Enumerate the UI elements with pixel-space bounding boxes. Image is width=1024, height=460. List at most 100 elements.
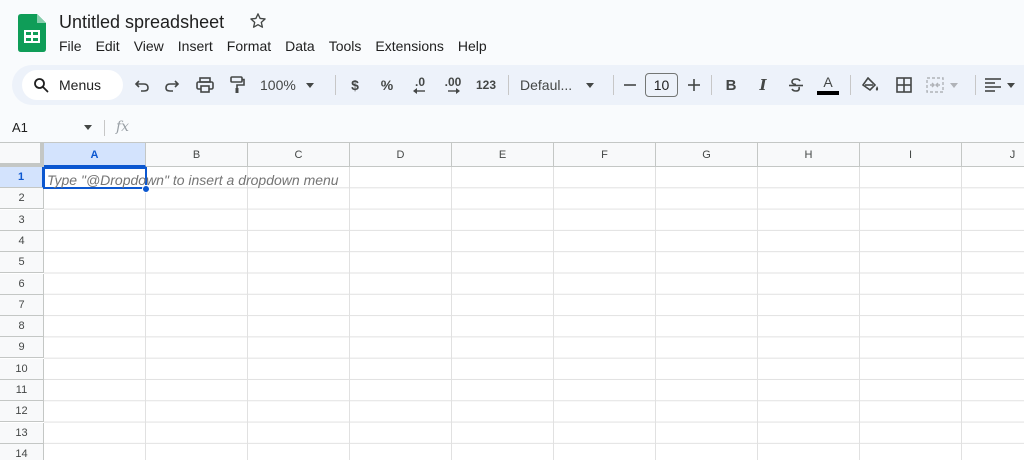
italic-button[interactable]: I bbox=[754, 73, 772, 97]
font-family-select[interactable]: Defaul... bbox=[520, 73, 606, 97]
merge-cells-icon bbox=[926, 77, 944, 93]
text-color-icon: A bbox=[823, 74, 833, 90]
column-header-f[interactable]: F bbox=[554, 143, 656, 167]
font-family-value: Defaul... bbox=[520, 77, 573, 93]
print-icon bbox=[196, 77, 214, 93]
toolbar-divider bbox=[711, 75, 712, 95]
arrow-left-icon bbox=[413, 88, 425, 94]
number-format-button[interactable]: 123 bbox=[474, 73, 498, 97]
strikethrough-icon bbox=[789, 78, 803, 92]
paint-bucket-icon bbox=[862, 77, 879, 92]
text-color-swatch bbox=[817, 91, 839, 95]
row-header-3[interactable]: 3 bbox=[0, 209, 44, 231]
menu-data[interactable]: Data bbox=[278, 36, 322, 56]
paint-format-icon bbox=[230, 76, 245, 93]
menu-insert[interactable]: Insert bbox=[171, 36, 220, 56]
borders-button[interactable] bbox=[894, 73, 914, 97]
row-header-12[interactable]: 12 bbox=[0, 401, 44, 423]
merge-cells-button[interactable] bbox=[926, 73, 968, 97]
align-left-icon bbox=[985, 78, 1001, 92]
decrease-decimal-button[interactable]: .0 bbox=[408, 73, 432, 97]
undo-button[interactable] bbox=[132, 73, 152, 97]
menu-extensions[interactable]: Extensions bbox=[368, 36, 450, 56]
undo-icon bbox=[134, 80, 149, 92]
menu-edit[interactable]: Edit bbox=[89, 36, 127, 56]
horizontal-align-dropdown[interactable] bbox=[1006, 73, 1016, 97]
column-header-b[interactable]: B bbox=[146, 143, 248, 167]
sheets-logo-icon[interactable] bbox=[18, 14, 46, 52]
percent-format-button[interactable]: % bbox=[378, 73, 396, 97]
strikethrough-button[interactable] bbox=[786, 73, 806, 97]
app-header: Untitled spreadsheet File Edit View Inse… bbox=[0, 0, 1024, 62]
cells-area[interactable] bbox=[44, 167, 1024, 460]
toolbar-divider bbox=[975, 75, 976, 95]
menu-bar: File Edit View Insert Format Data Tools … bbox=[52, 36, 494, 56]
caret-down-icon bbox=[305, 82, 314, 88]
menu-tools[interactable]: Tools bbox=[322, 36, 369, 56]
toolbar-divider bbox=[508, 75, 509, 95]
caret-down-icon bbox=[586, 82, 595, 88]
caret-down-icon bbox=[1007, 82, 1015, 88]
row-header-5[interactable]: 5 bbox=[0, 252, 44, 274]
name-box[interactable]: A1 bbox=[12, 120, 28, 135]
redo-button[interactable] bbox=[162, 73, 182, 97]
menu-help[interactable]: Help bbox=[451, 36, 494, 56]
fx-icon: fx bbox=[116, 119, 130, 135]
row-header-1[interactable]: 1 bbox=[0, 167, 44, 188]
row-header-2[interactable]: 2 bbox=[0, 188, 44, 210]
toolbar-divider bbox=[850, 75, 851, 95]
row-header-8[interactable]: 8 bbox=[0, 316, 44, 338]
minus-icon bbox=[624, 84, 636, 86]
increase-decimal-button[interactable]: .00 bbox=[440, 73, 466, 97]
horizontal-align-button[interactable] bbox=[982, 73, 1004, 97]
row-header-14[interactable]: 14 bbox=[0, 443, 44, 460]
plus-icon bbox=[688, 79, 700, 91]
fill-color-button[interactable] bbox=[860, 73, 882, 97]
text-color-button[interactable]: A bbox=[816, 73, 840, 97]
menus-search-button[interactable]: Menus bbox=[22, 70, 123, 100]
row-header-7[interactable]: 7 bbox=[0, 294, 44, 316]
increase-font-size-button[interactable] bbox=[686, 73, 702, 97]
spreadsheet-grid[interactable]: A B C D E F G H I J 1 2 3 4 5 6 7 8 9 10… bbox=[0, 142, 1024, 460]
font-size-input[interactable]: 10 bbox=[645, 73, 678, 97]
print-button[interactable] bbox=[194, 73, 216, 97]
row-header-9[interactable]: 9 bbox=[0, 337, 44, 359]
menu-file[interactable]: File bbox=[52, 36, 89, 56]
row-header-11[interactable]: 11 bbox=[0, 380, 44, 401]
menu-view[interactable]: View bbox=[127, 36, 171, 56]
dropdown-hint-text: Type "@Dropdown" to insert a dropdown me… bbox=[47, 172, 339, 188]
menus-label: Menus bbox=[59, 77, 102, 93]
toolbar-divider bbox=[335, 75, 336, 95]
row-header-10[interactable]: 10 bbox=[0, 358, 44, 380]
column-header-d[interactable]: D bbox=[350, 143, 452, 167]
toolbar-divider bbox=[613, 75, 614, 95]
document-title[interactable]: Untitled spreadsheet bbox=[59, 11, 224, 33]
column-header-a[interactable]: A bbox=[44, 143, 146, 167]
fill-handle[interactable] bbox=[142, 185, 150, 193]
bold-button[interactable]: B bbox=[722, 73, 740, 97]
column-header-g[interactable]: G bbox=[656, 143, 758, 167]
bold-icon: B bbox=[725, 76, 737, 94]
column-header-i[interactable]: I bbox=[860, 143, 962, 167]
redo-icon bbox=[165, 80, 180, 92]
formula-bar-divider bbox=[104, 120, 105, 136]
column-header-h[interactable]: H bbox=[758, 143, 860, 167]
toolbar: Menus 100% $ % .0 .00 123 Defaul... 10 B… bbox=[12, 65, 1024, 105]
menu-format[interactable]: Format bbox=[220, 36, 278, 56]
column-header-e[interactable]: E bbox=[452, 143, 554, 167]
column-header-j[interactable]: J bbox=[962, 143, 1024, 167]
decrease-font-size-button[interactable] bbox=[622, 73, 638, 97]
star-icon[interactable] bbox=[249, 12, 267, 30]
zoom-value: 100% bbox=[260, 77, 296, 93]
formula-bar: A1 fx bbox=[0, 114, 1024, 142]
column-header-c[interactable]: C bbox=[248, 143, 350, 167]
zoom-select[interactable]: 100% bbox=[260, 73, 326, 97]
caret-down-icon[interactable] bbox=[84, 125, 92, 130]
select-all-corner[interactable] bbox=[0, 143, 44, 167]
row-header-13[interactable]: 13 bbox=[0, 422, 44, 444]
row-header-4[interactable]: 4 bbox=[0, 230, 44, 252]
italic-icon: I bbox=[759, 76, 767, 94]
row-header-6[interactable]: 6 bbox=[0, 273, 44, 295]
paint-format-button[interactable] bbox=[226, 73, 248, 97]
currency-format-button[interactable]: $ bbox=[346, 73, 364, 97]
